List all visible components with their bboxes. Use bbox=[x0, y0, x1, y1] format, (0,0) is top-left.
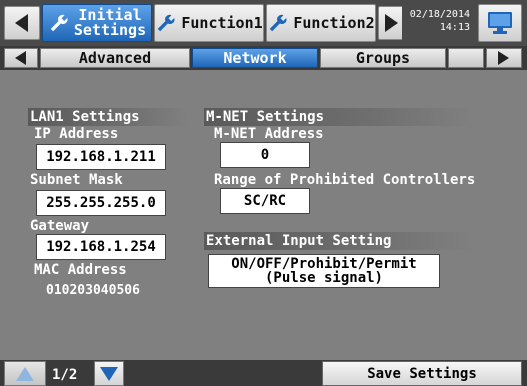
external-input-value-line2: (Pulse signal) bbox=[264, 270, 383, 286]
prohibited-controllers-field[interactable]: SC/RC bbox=[220, 188, 310, 214]
monitor-icon bbox=[488, 12, 512, 34]
external-input-header: External Input Setting bbox=[204, 232, 474, 250]
subnet-mask-label: Subnet Mask bbox=[30, 172, 123, 188]
tab-function1[interactable]: Function1 bbox=[154, 4, 264, 42]
triangle-down-icon bbox=[100, 366, 118, 381]
triangle-left-icon bbox=[15, 51, 26, 65]
triangle-up-icon bbox=[16, 366, 34, 381]
triangle-left-icon bbox=[15, 14, 28, 32]
mac-address-value: 010203040506 bbox=[46, 283, 140, 298]
mnet-address-field[interactable]: 0 bbox=[220, 142, 310, 168]
tab-initial-settings[interactable]: Initial Settings bbox=[42, 4, 152, 42]
tab-blank[interactable] bbox=[448, 48, 484, 68]
page-indicator: 1/2 bbox=[52, 367, 78, 383]
gateway-label: Gateway bbox=[30, 218, 90, 234]
subtab-next-button[interactable] bbox=[486, 48, 522, 68]
tab-advanced[interactable]: Advanced bbox=[40, 48, 190, 68]
monitor-button[interactable] bbox=[478, 4, 522, 42]
ip-address-label: IP Address bbox=[34, 126, 119, 142]
tab-groups[interactable]: Groups bbox=[320, 48, 446, 68]
time-text: 14:13 bbox=[439, 22, 470, 33]
tab-initial-settings-label: Initial Settings bbox=[73, 6, 147, 39]
subnet-mask-field[interactable]: 255.255.255.0 bbox=[36, 190, 166, 216]
tab-network[interactable]: Network bbox=[192, 48, 318, 68]
gateway-field[interactable]: 192.168.1.254 bbox=[36, 234, 166, 260]
external-input-value-line1: ON/OFF/Prohibit/Permit bbox=[231, 256, 417, 272]
tab-network-label: Network bbox=[223, 49, 287, 67]
date-text: 02/18/2014 bbox=[409, 9, 470, 20]
prohibited-controllers-label: Range of Prohibited Controllers bbox=[214, 172, 476, 188]
lan1-settings-header: LAN1 Settings bbox=[28, 108, 188, 126]
clock: 02/18/2014 14:13 bbox=[402, 4, 470, 40]
save-settings-button[interactable]: Save Settings bbox=[322, 361, 522, 386]
external-input-field[interactable]: ON/OFF/Prohibit/Permit (Pulse signal) bbox=[208, 254, 440, 288]
tab-function2[interactable]: Function2 bbox=[266, 4, 376, 42]
page-up-button[interactable] bbox=[4, 361, 46, 386]
wrench-icon bbox=[50, 14, 68, 32]
page-down-button[interactable] bbox=[94, 361, 124, 386]
mnet-address-label: M-NET Address bbox=[214, 126, 324, 142]
subtab-prev-button[interactable] bbox=[4, 48, 38, 68]
tab-function2-label: Function2 bbox=[293, 13, 375, 32]
tab-function1-label: Function1 bbox=[181, 13, 263, 32]
triangle-right-icon bbox=[498, 51, 509, 65]
wrench-icon bbox=[270, 14, 287, 32]
prev-tab-button[interactable] bbox=[4, 6, 40, 40]
mnet-settings-header: M-NET Settings bbox=[204, 108, 474, 126]
ip-address-field[interactable]: 192.168.1.211 bbox=[36, 144, 166, 170]
wrench-icon bbox=[158, 14, 175, 32]
tab-advanced-label: Advanced bbox=[78, 49, 152, 67]
mac-address-label: MAC Address bbox=[34, 262, 127, 278]
triangle-right-icon bbox=[385, 14, 398, 32]
tab-groups-label: Groups bbox=[355, 49, 411, 67]
